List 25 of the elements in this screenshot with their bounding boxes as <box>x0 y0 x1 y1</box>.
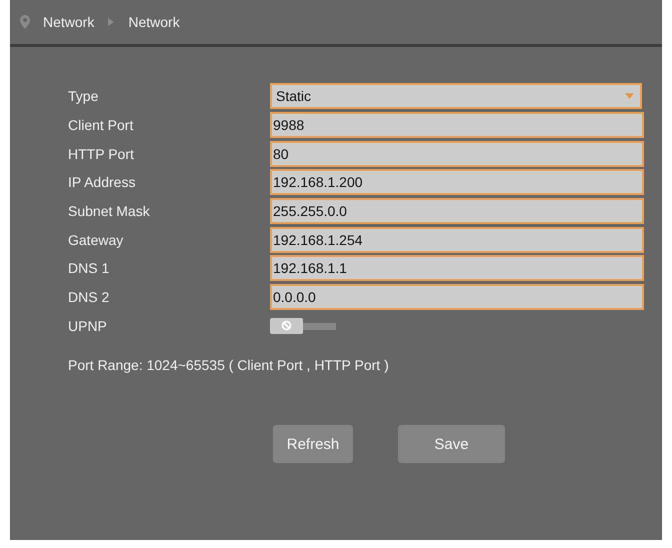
field-label: Subnet Mask <box>68 203 151 220</box>
field-label: UPNP <box>68 318 108 334</box>
field-label: Client Port <box>68 117 134 134</box>
field-label: Type <box>68 88 100 104</box>
breadcrumb-item[interactable]: Network <box>43 14 94 30</box>
input-field[interactable]: 192.168.1.1 <box>270 255 644 282</box>
location-pin-icon <box>20 15 30 29</box>
caret-icon <box>625 93 634 100</box>
input-field[interactable]: 9988 <box>270 112 644 138</box>
breadcrumb-item[interactable]: Network <box>128 14 180 30</box>
type-dropdown[interactable]: Static <box>270 83 642 110</box>
field-label: Gateway <box>68 232 124 248</box>
toggle-switch[interactable] <box>270 318 336 334</box>
input-field[interactable]: 80 <box>270 140 644 167</box>
field-label: HTTP Port <box>68 146 135 162</box>
prohibited-icon <box>281 320 292 332</box>
chevron-icon <box>108 18 114 26</box>
input-field[interactable]: 192.168.1.254 <box>270 226 644 253</box>
input-field[interactable]: 255.255.0.0 <box>270 198 644 224</box>
field-label: DNS 1 <box>68 260 110 276</box>
input-field[interactable]: 192.168.1.200 <box>270 169 644 196</box>
input-field[interactable]: 0.0.0.0 <box>270 284 644 310</box>
field-label: IP Address <box>68 174 136 190</box>
field-label: DNS 2 <box>68 289 110 306</box>
port-range-note: Port Range: 1024~65535 ( Client Port , HTTP Port ) <box>68 357 390 374</box>
